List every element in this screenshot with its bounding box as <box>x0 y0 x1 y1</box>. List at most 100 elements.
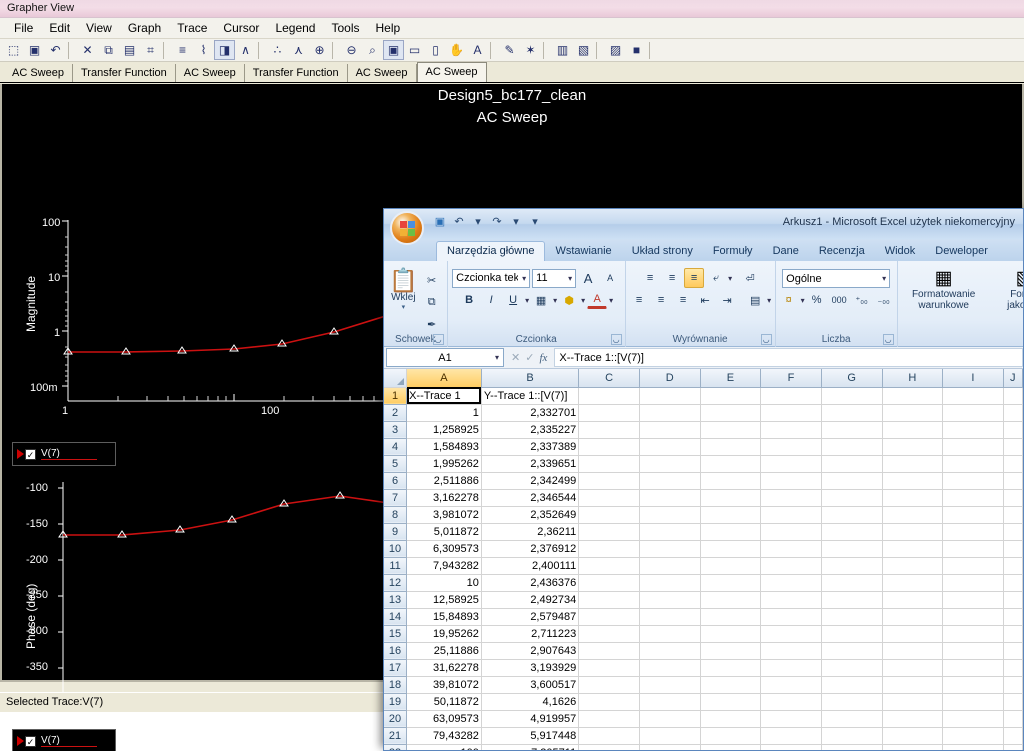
office-orb-button[interactable] <box>390 211 424 245</box>
cancel-edit-icon[interactable]: ✕ <box>511 351 520 364</box>
excel-tab-2[interactable]: Układ strony <box>622 242 703 261</box>
cell-G11[interactable] <box>821 557 883 575</box>
cell-D12[interactable] <box>639 574 701 592</box>
cell-C1[interactable] <box>578 387 640 405</box>
cell-B2[interactable]: 2,332701 <box>481 404 580 422</box>
excel-tab-3[interactable]: Formuły <box>703 242 763 261</box>
merge-cells-button[interactable]: ▤ <box>745 290 765 310</box>
font-dialog-launcher[interactable]: ◡ <box>610 334 622 345</box>
cell-E11[interactable] <box>700 557 762 575</box>
sheet-table[interactable]: ABCDEFGHIJ 1 X--Trace 1 Y--Trace 1::[V(7)]… <box>384 369 1023 750</box>
cell-H22[interactable] <box>882 744 944 750</box>
cell-I3[interactable] <box>942 421 1004 439</box>
cell-A14[interactable]: 15,84893 <box>406 608 482 626</box>
cut-button[interactable]: ✂ <box>422 270 442 290</box>
copy-button[interactable]: ⧉ <box>422 292 442 312</box>
cell-J22[interactable] <box>1003 744 1023 750</box>
legend-checkbox-v7-phase[interactable]: ✓ <box>25 735 36 747</box>
cell-F21[interactable] <box>760 727 822 745</box>
sheet-row[interactable]: 4 1,584893 2,337389 <box>384 438 1023 456</box>
row-header-8[interactable]: 8 <box>384 506 408 524</box>
sheet-row[interactable]: 11 7,943282 2,400111 <box>384 557 1023 575</box>
cell-H2[interactable] <box>882 404 944 422</box>
row-header-9[interactable]: 9 <box>384 523 408 541</box>
sheet-row[interactable]: 10 6,309573 2,376912 <box>384 540 1023 558</box>
decrease-indent-button[interactable]: ⇤ <box>695 290 715 310</box>
trace-properties-icon[interactable]: ✶ <box>520 40 541 60</box>
cell-H4[interactable] <box>882 438 944 456</box>
cell-G9[interactable] <box>821 523 883 541</box>
clipboard-dialog-launcher[interactable]: ◡ <box>432 334 444 345</box>
row-header-17[interactable]: 17 <box>384 659 408 677</box>
cell-I16[interactable] <box>942 642 1004 660</box>
cell-C17[interactable] <box>578 659 640 677</box>
row-header-10[interactable]: 10 <box>384 540 408 558</box>
format-as-table-button[interactable]: ▧ Forma jako tab <box>995 269 1023 312</box>
cell-C22[interactable] <box>578 744 640 750</box>
cell-G7[interactable] <box>821 489 883 507</box>
cell-H20[interactable] <box>882 710 944 728</box>
cell-H13[interactable] <box>882 591 944 609</box>
align-left-button[interactable]: ≡ <box>629 290 649 310</box>
confirm-edit-icon[interactable]: ✓ <box>525 351 534 364</box>
cell-J5[interactable] <box>1003 455 1023 473</box>
column-header-D[interactable]: D <box>639 369 701 388</box>
cell-D10[interactable] <box>639 540 701 558</box>
row-header-2[interactable]: 2 <box>384 404 408 422</box>
cell-A21[interactable]: 79,43282 <box>406 727 482 745</box>
sheet-row[interactable]: 5 1,995262 2,339651 <box>384 455 1023 473</box>
name-box-caret-icon[interactable]: ▾ <box>495 353 499 362</box>
cell-G4[interactable] <box>821 438 883 456</box>
cell-F18[interactable] <box>760 676 822 694</box>
sheet-row[interactable]: 12 10 2,436376 <box>384 574 1023 592</box>
cell-F6[interactable] <box>760 472 822 490</box>
cell-F20[interactable] <box>760 710 822 728</box>
align-middle-button[interactable]: ≡ <box>662 268 682 288</box>
cell-D19[interactable] <box>639 693 701 711</box>
cell-C14[interactable] <box>578 608 640 626</box>
grapher-tab-0[interactable]: AC Sweep <box>4 64 73 82</box>
cell-J10[interactable] <box>1003 540 1023 558</box>
cell-A16[interactable]: 25,11886 <box>406 642 482 660</box>
cell-I9[interactable] <box>942 523 1004 541</box>
menu-item-edit[interactable]: Edit <box>41 19 78 38</box>
fill-color-caret-icon[interactable]: ▾ <box>581 296 585 305</box>
cell-F2[interactable] <box>760 404 822 422</box>
cell-C12[interactable] <box>578 574 640 592</box>
export-excel-icon[interactable]: ▨ <box>605 40 626 60</box>
excel-tab-7[interactable]: Deweloper <box>925 242 998 261</box>
italic-button[interactable]: I <box>481 290 501 310</box>
row-header-7[interactable]: 7 <box>384 489 408 507</box>
menu-item-file[interactable]: File <box>6 19 41 38</box>
worksheet-grid[interactable]: ABCDEFGHIJ 1 X--Trace 1 Y--Trace 1::[V(7)]… <box>384 369 1023 750</box>
cell-I19[interactable] <box>942 693 1004 711</box>
cell-E16[interactable] <box>700 642 762 660</box>
cell-B11[interactable]: 2,400111 <box>481 557 580 575</box>
cell-F1[interactable] <box>760 387 822 405</box>
insert-function-icon[interactable]: fx <box>539 352 547 364</box>
cell-H16[interactable] <box>882 642 944 660</box>
cell-E2[interactable] <box>700 404 762 422</box>
cell-A8[interactable]: 3,981072 <box>406 506 482 524</box>
cell-E20[interactable] <box>700 710 762 728</box>
cell-B6[interactable]: 2,342499 <box>481 472 580 490</box>
cell-I1[interactable] <box>942 387 1004 405</box>
borders-button[interactable]: ▦ <box>531 290 551 310</box>
cell-J2[interactable] <box>1003 404 1023 422</box>
cell-I17[interactable] <box>942 659 1004 677</box>
cell-I13[interactable] <box>942 591 1004 609</box>
cell-E9[interactable] <box>700 523 762 541</box>
fill-color-button[interactable]: ⬢ <box>559 290 579 310</box>
cell-J16[interactable] <box>1003 642 1023 660</box>
cell-H12[interactable] <box>882 574 944 592</box>
column-header-J[interactable]: J <box>1003 369 1023 388</box>
cell-A9[interactable]: 5,011872 <box>406 523 482 541</box>
column-header-H[interactable]: H <box>882 369 944 388</box>
excel-ribbon[interactable]: 📋 Wklej ▾ ✂ ⧉ ✒ Schowek ◡ Czcionka tek ▾… <box>384 261 1023 347</box>
cell-G2[interactable] <box>821 404 883 422</box>
cell-H8[interactable] <box>882 506 944 524</box>
cell-D2[interactable] <box>639 404 701 422</box>
cell-D20[interactable] <box>639 710 701 728</box>
cell-H18[interactable] <box>882 676 944 694</box>
sheet-row[interactable]: 17 31,62278 3,193929 <box>384 659 1023 677</box>
